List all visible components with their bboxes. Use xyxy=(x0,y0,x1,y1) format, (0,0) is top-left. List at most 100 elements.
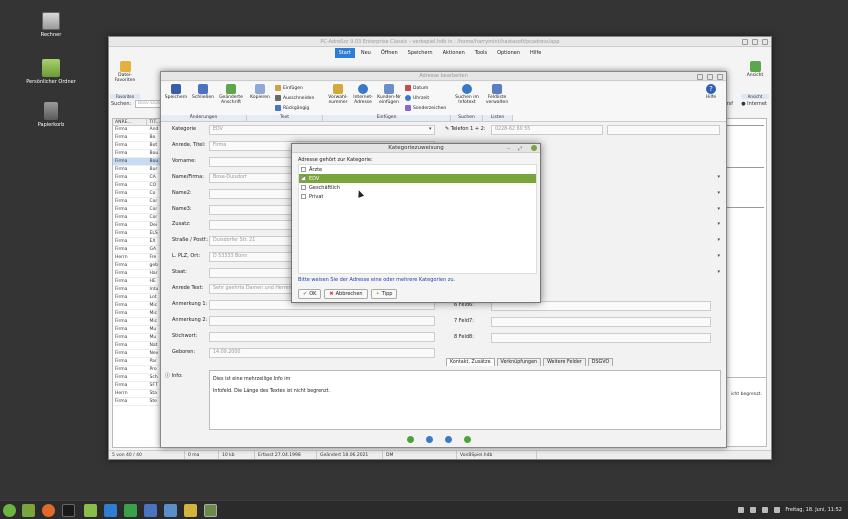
table-row[interactable]: Firma Nat xyxy=(113,342,161,350)
close-button[interactable]: Schließen xyxy=(189,84,217,100)
shield-icon[interactable] xyxy=(738,507,744,513)
time-button[interactable]: Uhrzeit xyxy=(405,95,429,101)
customer-number-button[interactable]: Kunden-Nr einfügen xyxy=(375,84,403,105)
menu-start-icon[interactable] xyxy=(3,504,16,517)
desktop-icon-home-folder[interactable]: Persönlicher Ordner xyxy=(19,59,83,85)
close-icon[interactable] xyxy=(717,74,723,80)
table-row[interactable]: Firma Bur xyxy=(113,166,161,174)
close-icon[interactable] xyxy=(762,39,768,45)
table-row[interactable]: Firma Intu xyxy=(113,286,161,294)
info-textarea[interactable]: Dies ist eine mehrzeilige Info im Infofe… xyxy=(209,370,721,430)
desktop-icon-trash[interactable]: Papierkorb xyxy=(19,102,83,128)
app3-icon[interactable] xyxy=(184,504,197,517)
table-row[interactable]: Firma Har xyxy=(113,270,161,278)
last-record-icon[interactable] xyxy=(464,436,471,443)
changed-address-button[interactable]: Geänderte Anschrift xyxy=(216,84,246,105)
first-record-icon[interactable] xyxy=(407,436,414,443)
ok-button[interactable]: ✔ OK xyxy=(298,289,322,299)
field-input[interactable] xyxy=(209,315,435,326)
chevron-down-icon[interactable]: ▾ xyxy=(717,253,720,259)
menu-neu[interactable]: Neu xyxy=(357,48,375,58)
close-icon[interactable] xyxy=(531,145,537,151)
menu-oeffnen[interactable]: Öffnen xyxy=(377,48,402,58)
terminal-icon[interactable] xyxy=(62,504,75,517)
ribbon-view[interactable]: Ansicht Ansicht xyxy=(741,59,769,99)
table-row[interactable]: Firma HE xyxy=(113,278,161,286)
col-anrede[interactable]: ANRE... xyxy=(113,119,148,125)
table-row[interactable]: Firma Par xyxy=(113,358,161,366)
table-row[interactable]: Firma Lot xyxy=(113,294,161,302)
category-item-edv[interactable]: EDV xyxy=(299,174,536,183)
chevron-down-icon[interactable]: ▾ xyxy=(717,174,720,180)
menu-hilfe[interactable]: Hilfe xyxy=(526,48,545,58)
table-row[interactable]: Firma Pro xyxy=(113,366,161,374)
table-row[interactable]: Firma Mu xyxy=(113,334,161,342)
table-row[interactable]: Firma Mic xyxy=(113,310,161,318)
save-button[interactable]: Speichern xyxy=(163,84,189,100)
table-row[interactable]: Firma Bou xyxy=(113,158,161,166)
network-icon[interactable] xyxy=(750,507,756,513)
table-row[interactable]: Firma Mic xyxy=(113,302,161,310)
menu-optionen[interactable]: Optionen xyxy=(493,48,524,58)
table-row[interactable]: Firma Mu xyxy=(113,326,161,334)
table-row[interactable]: Firma Bou xyxy=(113,150,161,158)
minimize-icon[interactable] xyxy=(697,74,703,80)
battery-icon[interactable] xyxy=(774,507,780,513)
maximize-icon[interactable]: ⤢ xyxy=(518,145,522,154)
table-row[interactable]: Firma ELS xyxy=(113,230,161,238)
special-char-button[interactable]: Sonderzeichen xyxy=(405,105,446,111)
desktop-icon-computer[interactable]: Rechner xyxy=(19,12,83,38)
phone-field-2[interactable] xyxy=(607,125,720,135)
table-row[interactable]: Firma geb xyxy=(113,262,161,270)
cut-button[interactable]: Ausschneiden xyxy=(275,95,314,101)
manage-fields-button[interactable]: Feldliste verwalten xyxy=(483,84,511,105)
table-row[interactable]: Firma EX xyxy=(113,238,161,246)
table-row[interactable]: Firma Sch xyxy=(113,374,161,382)
internet-link[interactable]: ● Internet xyxy=(741,101,767,107)
checkbox[interactable] xyxy=(301,194,306,199)
feld8-field[interactable] xyxy=(491,333,711,343)
tab-links[interactable]: Verknüpfungen xyxy=(496,358,542,366)
table-row[interactable]: Herrn Sta xyxy=(113,390,161,398)
chevron-down-icon[interactable]: ▾ xyxy=(717,221,720,227)
chevron-down-icon[interactable]: ▾ xyxy=(717,206,720,212)
tab-contact[interactable]: Kontakt, Zusätze xyxy=(446,358,495,366)
table-row[interactable]: Firma Mic xyxy=(113,318,161,326)
undo-button[interactable]: Rückgängig xyxy=(275,105,309,111)
menu-speichern[interactable]: Speichern xyxy=(404,48,437,58)
volume-icon[interactable] xyxy=(762,507,768,513)
help-button[interactable]: ? Hilfe xyxy=(701,84,721,100)
cancel-button[interactable]: ✖ Abbrechen xyxy=(324,289,368,299)
table-row[interactable]: Firma Cor xyxy=(113,214,161,222)
menu-tools[interactable]: Tools xyxy=(471,48,491,58)
checkbox[interactable] xyxy=(301,185,306,190)
firefox-icon[interactable] xyxy=(42,504,55,517)
writer-icon[interactable] xyxy=(104,504,117,517)
maximize-icon[interactable] xyxy=(707,74,713,80)
maximize-icon[interactable] xyxy=(752,39,758,45)
table-row[interactable]: Firma Ste xyxy=(113,398,161,406)
category-item-aerzte[interactable]: Ärzte xyxy=(299,165,536,174)
paste-button[interactable]: Einfügen xyxy=(275,85,303,91)
field-input[interactable]: EDV xyxy=(209,125,435,135)
area-code-button[interactable]: Vorwahl-nummer xyxy=(325,84,351,105)
previous-record-icon[interactable] xyxy=(426,436,433,443)
chevron-down-icon[interactable]: ▾ xyxy=(717,269,720,275)
chevron-down-icon[interactable]: ▾ xyxy=(717,190,720,196)
pcadress-icon[interactable] xyxy=(204,504,217,517)
search-infotext-button[interactable]: Suchen im Infotext xyxy=(453,84,481,105)
clock[interactable]: Freitag, 18. Juni, 11:52 xyxy=(785,507,842,513)
table-row[interactable]: Firma CO xyxy=(113,182,161,190)
field-input[interactable] xyxy=(209,331,435,342)
tab-dsgvo[interactable]: DSGVO xyxy=(587,358,614,366)
folder-icon[interactable] xyxy=(84,504,97,517)
table-row[interactable]: Firma Bot xyxy=(113,142,161,150)
col-titel[interactable]: TIT... xyxy=(147,119,161,125)
table-row[interactable]: Firma SFT xyxy=(113,382,161,390)
chevron-down-icon[interactable]: ▾ xyxy=(717,237,720,243)
minimize-icon[interactable] xyxy=(742,39,748,45)
copy-button[interactable]: Kopieren xyxy=(247,84,273,100)
table-row[interactable]: Firma Dei xyxy=(113,222,161,230)
table-row[interactable]: Firma Nev xyxy=(113,350,161,358)
feld7-field[interactable] xyxy=(491,317,711,327)
